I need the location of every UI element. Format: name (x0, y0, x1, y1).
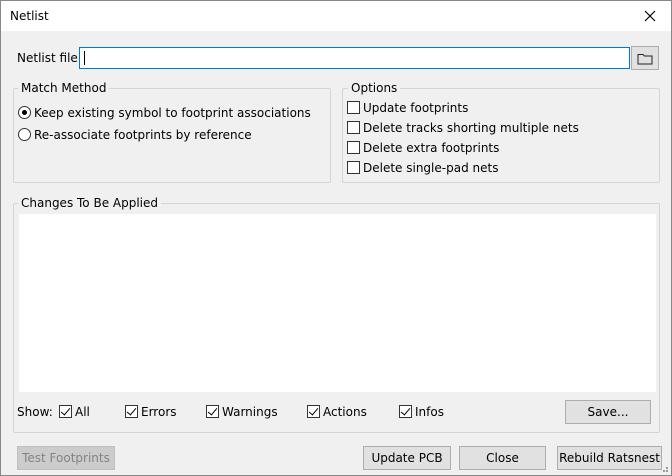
resize-grip-icon[interactable] (659, 463, 669, 473)
delete-extra-footprints-checkbox[interactable] (347, 141, 360, 154)
title-bar: Netlist (1, 1, 671, 31)
keep-associations-radio[interactable] (18, 106, 31, 119)
changes-list[interactable] (19, 214, 656, 392)
changes-title: Changes To Be Applied (18, 196, 161, 210)
window-title: Netlist (10, 9, 49, 23)
filter-all-checkbox[interactable] (59, 405, 72, 418)
filter-infos-checkbox[interactable] (399, 405, 412, 418)
filter-errors-label: Errors (141, 405, 177, 419)
update-footprints-checkbox[interactable] (347, 101, 360, 114)
delete-shorting-tracks-label: Delete tracks shorting multiple nets (363, 121, 579, 135)
options-title: Options (348, 81, 401, 95)
filter-infos-label: Infos (415, 405, 444, 419)
filter-errors-checkbox[interactable] (125, 405, 138, 418)
delete-shorting-tracks-checkbox[interactable] (347, 121, 360, 134)
filter-all-label: All (75, 405, 90, 419)
reassociate-radio[interactable] (18, 128, 31, 141)
delete-single-pad-nets-label: Delete single-pad nets (363, 161, 499, 175)
match-method-title: Match Method (18, 81, 110, 95)
save-button[interactable]: Save... (565, 400, 651, 424)
keep-associations-label: Keep existing symbol to footprint associ… (34, 106, 311, 120)
show-label: Show: (17, 405, 53, 419)
netlist-file-label: Netlist file: (17, 51, 82, 65)
browse-folder-button[interactable] (631, 46, 659, 70)
update-pcb-button[interactable]: Update PCB (363, 446, 451, 470)
rebuild-ratsnest-button[interactable]: Rebuild Ratsnest (557, 446, 662, 470)
filter-warnings-checkbox[interactable] (206, 405, 219, 418)
filter-warnings-label: Warnings (222, 405, 278, 419)
close-button[interactable]: Close (459, 446, 546, 470)
delete-single-pad-nets-checkbox[interactable] (347, 161, 360, 174)
test-footprints-button[interactable]: Test Footprints (17, 446, 115, 470)
close-window-icon[interactable] (631, 1, 669, 31)
folder-icon (637, 53, 653, 64)
update-footprints-label: Update footprints (363, 101, 469, 115)
reassociate-label: Re-associate footprints by reference (34, 128, 252, 142)
filter-actions-checkbox[interactable] (307, 405, 320, 418)
delete-extra-footprints-label: Delete extra footprints (363, 141, 500, 155)
filter-actions-label: Actions (323, 405, 367, 419)
netlist-dialog: Netlist Netlist file: Match Method Keep … (0, 0, 672, 476)
netlist-file-input[interactable] (79, 47, 630, 69)
text-caret (84, 51, 85, 65)
